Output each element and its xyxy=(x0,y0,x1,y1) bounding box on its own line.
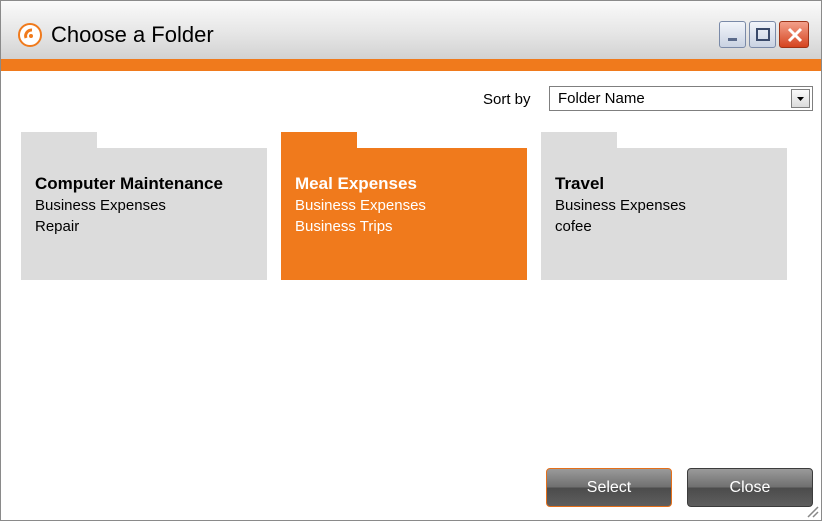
folder-subcategory: Business Trips xyxy=(295,218,393,235)
resize-grip-icon[interactable] xyxy=(805,504,819,518)
maximize-icon xyxy=(756,28,770,41)
minimize-button[interactable] xyxy=(719,21,746,48)
folder-subcategory: cofee xyxy=(555,218,592,235)
chevron-down-icon xyxy=(797,97,804,101)
folder-card-computer-maintenance[interactable]: Computer Maintenance Business Expenses R… xyxy=(21,132,267,280)
minimize-icon xyxy=(728,38,737,41)
window-title: Choose a Folder xyxy=(51,22,214,47)
close-window-button[interactable] xyxy=(779,21,809,48)
choose-folder-dialog: Choose a Folder Sort by Folder Name Comp… xyxy=(0,0,822,521)
sort-selected-value: Folder Name xyxy=(558,90,645,107)
folder-body xyxy=(21,148,267,280)
folder-card-travel[interactable]: Travel Business Expenses cofee xyxy=(541,132,787,280)
folder-category: Business Expenses xyxy=(295,197,426,214)
title-bar[interactable]: Choose a Folder xyxy=(1,1,821,59)
folder-name: Travel xyxy=(555,174,605,193)
close-icon xyxy=(787,27,803,43)
folder-body xyxy=(281,148,527,280)
folder-body xyxy=(541,148,787,280)
folder-card-meal-expenses[interactable]: Meal Expenses Business Expenses Business… xyxy=(281,132,527,280)
sort-by-dropdown[interactable]: Folder Name xyxy=(549,86,813,111)
sort-by-label: Sort by xyxy=(483,91,531,108)
close-button[interactable]: Close xyxy=(687,468,813,507)
select-button[interactable]: Select xyxy=(546,468,672,507)
folder-category: Business Expenses xyxy=(555,197,686,214)
maximize-button[interactable] xyxy=(749,21,776,48)
folder-name: Meal Expenses xyxy=(295,174,417,193)
dropdown-arrow-button[interactable] xyxy=(791,89,810,108)
folder-name: Computer Maintenance xyxy=(35,174,223,193)
app-logo-icon xyxy=(18,23,42,47)
folder-category: Business Expenses xyxy=(35,197,166,214)
folder-subcategory: Repair xyxy=(35,218,80,235)
accent-bar xyxy=(1,59,821,71)
